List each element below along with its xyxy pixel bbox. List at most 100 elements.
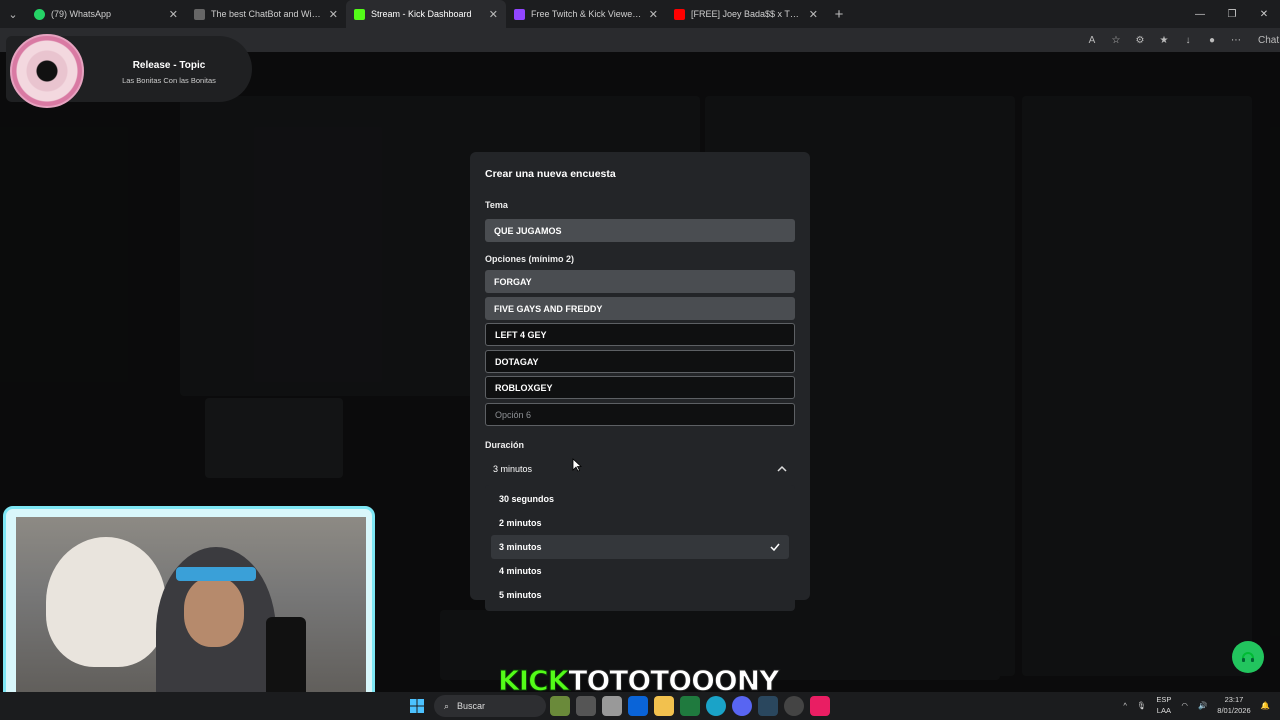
minimize-icon[interactable]: — [1184,0,1216,28]
browser-tab-bar: ⌄ (79) WhatsApp ✕ The best ChatBot and W… [0,0,1280,28]
taskbar-apps [550,696,830,716]
keyboard-layout: LAA [1156,706,1171,715]
checkmark-icon [770,543,780,552]
language-code: ESP [1156,695,1172,704]
youtube-icon [674,8,685,20]
profile-avatar[interactable]: ● [1202,35,1222,46]
obs-icon[interactable] [784,696,804,716]
now-playing-subtitle: Las Bonitas Con las Bonitas [122,76,216,85]
tiktok-icon[interactable] [810,696,830,716]
favorite-star-icon[interactable]: ☆ [1106,35,1126,46]
search-label: Buscar [457,701,486,711]
wifi-icon[interactable]: ◠ [1181,701,1188,710]
topic-input[interactable]: QUE JUGAMOS [485,219,795,242]
duration-value: 3 minutos [493,464,533,474]
headband [176,567,256,581]
chat-fab-button[interactable] [1232,641,1264,673]
duration-option[interactable]: 30 segundos [491,487,789,511]
close-icon[interactable]: ✕ [489,8,498,21]
notifications-icon[interactable]: 🔔 [1261,701,1270,710]
option-input-2[interactable]: FIVE GAYS AND FREDDY [485,297,795,320]
duration-option-label: 3 minutos [499,542,542,552]
discord-icon[interactable] [732,696,752,716]
tab-label: The best ChatBot and Widget [211,9,323,19]
clock-date: 8/01/2026 [1217,706,1251,715]
extensions-icon[interactable]: ⚙ [1130,35,1150,46]
windows-taskbar: ⌕ Buscar ^ 🎙 ESP LAA ◠ 🔊 23:17 8/01/2026… [0,692,1280,720]
duration-option[interactable]: 5 minutos [491,583,789,607]
restore-icon[interactable]: ❐ [1216,0,1248,28]
headset-icon [1242,652,1254,662]
tab-label: Stream - Kick Dashboard [371,9,472,19]
tab-actions-chevron-icon[interactable]: ⌄ [0,0,26,28]
mouse-cursor-icon [572,458,582,472]
download-icon[interactable]: ↓ [1178,35,1198,46]
language-indicator[interactable]: ESP LAA [1156,694,1171,716]
now-playing-title: Release - Topic [132,60,206,71]
windows-start-icon[interactable] [410,699,424,713]
webcam-video [16,517,366,711]
tab-label: (79) WhatsApp [51,9,112,19]
folder-icon[interactable] [654,696,674,716]
duration-dropdown: 30 segundos 2 minutos 3 minutos 4 minuto… [485,485,795,611]
tab-label: Free Twitch & Kick Viewers - Try 1! [531,9,643,19]
steam-icon[interactable] [758,696,778,716]
tab-whatsapp[interactable]: (79) WhatsApp ✕ [26,0,186,28]
tab-youtube[interactable]: [FREE] Joey Bada$$ x The Alchemi ✕ [666,0,826,28]
duration-label: Duración [485,440,525,450]
edge-icon[interactable] [706,696,726,716]
close-icon[interactable]: ✕ [329,8,338,21]
store-icon[interactable] [602,696,622,716]
close-icon[interactable]: ✕ [169,8,178,21]
widget-icon[interactable] [550,696,570,716]
tab-chatbot[interactable]: The best ChatBot and Widget ✕ [186,0,346,28]
option-input-1[interactable]: FORGAY [485,270,795,293]
address-tools: A ☆ ⚙ ★ ↓ ● ⋯ Chat [1082,34,1279,46]
read-aloud-icon[interactable]: A [1082,35,1102,46]
taskbar-search[interactable]: ⌕ Buscar [434,695,546,717]
excel-icon[interactable] [680,696,700,716]
album-art [10,34,84,108]
kick-icon [354,8,365,20]
twitch-icon [514,8,525,20]
close-icon[interactable]: ✕ [809,8,818,21]
option-input-4[interactable]: DOTAGAY [485,350,795,373]
tab-kick-dashboard[interactable]: Stream - Kick Dashboard ✕ [346,0,506,28]
outlook-icon[interactable] [628,696,648,716]
system-tray: ^ 🎙 ESP LAA ◠ 🔊 23:17 8/01/2026 🔔 [1123,694,1270,716]
option-input-3[interactable]: LEFT 4 GEY [485,323,795,346]
search-icon: ⌕ [444,700,450,711]
teddy-bear [46,537,166,667]
volume-icon[interactable]: 🔊 [1198,701,1207,710]
copilot-chat-button[interactable]: Chat [1254,34,1279,46]
duration-option[interactable]: 2 minutos [491,511,789,535]
favorites-icon[interactable]: ★ [1154,35,1174,46]
streamer-face [184,577,244,647]
options-label: Opciones (mínimo 2) [485,254,575,264]
now-playing-widget: Release - Topic Las Bonitas Con las Boni… [6,34,252,108]
speaker-icon [194,8,205,20]
more-menu-icon[interactable]: ⋯ [1226,35,1246,46]
clock-time: 23:17 [1224,695,1244,704]
copilot-label: Chat [1258,34,1280,46]
option-input-6[interactable]: Opción 6 [485,403,795,426]
tab-free-viewers[interactable]: Free Twitch & Kick Viewers - Try 1! ✕ [506,0,666,28]
topic-label: Tema [485,200,508,210]
microphone-icon[interactable]: 🎙 [1137,701,1147,710]
whatsapp-icon [34,8,45,20]
duration-option-selected[interactable]: 3 minutos [491,535,789,559]
new-tab-plus-icon[interactable]: + [826,6,852,23]
modal-title: Crear una nueva encuesta [485,168,616,180]
tab-label: [FREE] Joey Bada$$ x The Alchemi [691,9,803,19]
chevron-up-icon[interactable]: ^ [1123,701,1127,710]
chevron-up-icon [777,465,787,472]
window-controls: — ❐ ✕ [1184,0,1280,28]
clock[interactable]: 23:17 8/01/2026 [1217,694,1250,716]
duration-select[interactable]: 3 minutos [485,457,795,481]
webcam-frame [3,506,375,720]
duration-option[interactable]: 4 minutos [491,559,789,583]
close-icon[interactable]: ✕ [649,8,658,21]
close-window-icon[interactable]: ✕ [1248,0,1280,28]
option-input-5[interactable]: ROBLOXGEY [485,376,795,399]
task-view-icon[interactable] [576,696,596,716]
